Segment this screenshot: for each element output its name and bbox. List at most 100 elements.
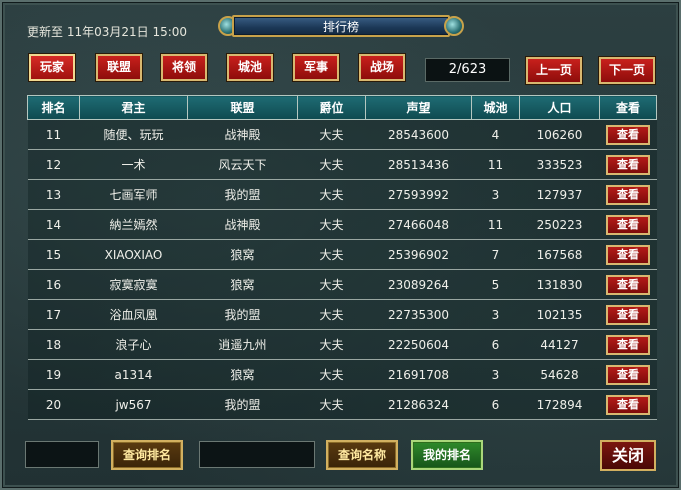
cell-lord: 寂寞寂寞 bbox=[79, 269, 188, 300]
cell-alliance: 狼窝 bbox=[187, 239, 298, 270]
cell-rank: 12 bbox=[27, 149, 80, 180]
cell-view: 查看 bbox=[599, 389, 657, 420]
tab-cities[interactable]: 城池 bbox=[227, 54, 273, 81]
cell-view: 查看 bbox=[599, 269, 657, 300]
cell-prestige: 28543600 bbox=[365, 119, 472, 150]
table-row: 13 七画军师 我的盟 大夫 27593992 3 127937 查看 bbox=[27, 179, 657, 210]
table-row: 17 浴血凤凰 我的盟 大夫 22735300 3 102135 查看 bbox=[27, 299, 657, 330]
cell-prestige: 28513436 bbox=[365, 149, 472, 180]
cell-view: 查看 bbox=[599, 359, 657, 390]
cell-rank: 20 bbox=[27, 389, 80, 420]
cell-alliance: 战神殿 bbox=[187, 119, 298, 150]
tab-battlefield[interactable]: 战场 bbox=[359, 54, 405, 81]
page-title: 排行榜 bbox=[322, 20, 359, 34]
cell-population: 167568 bbox=[519, 239, 600, 270]
cell-population: 44127 bbox=[519, 329, 600, 360]
view-button[interactable]: 查看 bbox=[606, 364, 650, 385]
cell-title: 大夫 bbox=[297, 359, 366, 390]
column-header-title[interactable]: 爵位 bbox=[297, 95, 366, 120]
cell-view: 查看 bbox=[599, 329, 657, 360]
table-header-row: 排名 君主 联盟 爵位 声望 城池 人口 查看 bbox=[27, 95, 657, 120]
cell-rank: 14 bbox=[27, 209, 80, 240]
query-rank-button[interactable]: 查询排名 bbox=[111, 440, 183, 470]
cell-prestige: 21691708 bbox=[365, 359, 472, 390]
ranking-table: 排名 君主 联盟 爵位 声望 城池 人口 查看 11 随便、玩玩 战神殿 大夫 2854… bbox=[27, 95, 657, 420]
cell-title: 大夫 bbox=[297, 209, 366, 240]
cell-prestige: 25396902 bbox=[365, 239, 472, 270]
cell-title: 大夫 bbox=[297, 329, 366, 360]
cell-title: 大夫 bbox=[297, 149, 366, 180]
cell-population: 127937 bbox=[519, 179, 600, 210]
cell-population: 333523 bbox=[519, 149, 600, 180]
next-page-button[interactable]: 下一页 bbox=[599, 57, 655, 84]
cell-lord: a1314 bbox=[79, 359, 188, 390]
table-row: 19 a1314 狼窝 大夫 21691708 3 54628 查看 bbox=[27, 359, 657, 390]
cell-population: 102135 bbox=[519, 299, 600, 330]
view-button[interactable]: 查看 bbox=[606, 394, 650, 415]
table-body: 11 随便、玩玩 战神殿 大夫 28543600 4 106260 查看 12 一术 风云天下 大夫 2… bbox=[27, 119, 657, 420]
view-button[interactable]: 查看 bbox=[606, 274, 650, 295]
cell-view: 查看 bbox=[599, 209, 657, 240]
cell-lord: 浪子心 bbox=[79, 329, 188, 360]
view-button[interactable]: 查看 bbox=[606, 124, 650, 145]
rank-search-input[interactable] bbox=[25, 441, 99, 468]
cell-lord: 随便、玩玩 bbox=[79, 119, 188, 150]
table-row: 15 XIAOXIAO 狼窝 大夫 25396902 7 167568 查看 bbox=[27, 239, 657, 270]
table-row: 16 寂寞寂寞 狼窝 大夫 23089264 5 131830 查看 bbox=[27, 269, 657, 300]
view-button[interactable]: 查看 bbox=[606, 334, 650, 355]
column-header-population[interactable]: 人口 bbox=[519, 95, 600, 120]
cell-prestige: 27466048 bbox=[365, 209, 472, 240]
tab-alliances[interactable]: 联盟 bbox=[96, 54, 142, 81]
title-bar: 排行榜 bbox=[218, 12, 464, 40]
leaderboard-panel: 更新至 11年03月21日 15:00 排行榜 玩家 联盟 将领 城池 军事 战… bbox=[0, 0, 681, 490]
cell-alliance: 战神殿 bbox=[187, 209, 298, 240]
table-row: 12 一术 风云天下 大夫 28513436 11 333523 查看 bbox=[27, 149, 657, 180]
cell-title: 大夫 bbox=[297, 179, 366, 210]
column-header-lord[interactable]: 君主 bbox=[79, 95, 188, 120]
view-button[interactable]: 查看 bbox=[606, 154, 650, 175]
cell-prestige: 22250604 bbox=[365, 329, 472, 360]
tab-military[interactable]: 军事 bbox=[293, 54, 339, 81]
cell-prestige: 22735300 bbox=[365, 299, 472, 330]
cell-population: 54628 bbox=[519, 359, 600, 390]
cell-rank: 13 bbox=[27, 179, 80, 210]
my-rank-button[interactable]: 我的排名 bbox=[411, 440, 483, 470]
cell-cities: 6 bbox=[471, 389, 520, 420]
table-row: 14 納兰嫣然 战神殿 大夫 27466048 11 250223 查看 bbox=[27, 209, 657, 240]
cell-alliance: 我的盟 bbox=[187, 299, 298, 330]
cell-view: 查看 bbox=[599, 239, 657, 270]
page-indicator: 2/623 bbox=[425, 58, 510, 82]
column-header-rank[interactable]: 排名 bbox=[27, 95, 80, 120]
prev-page-button[interactable]: 上一页 bbox=[526, 57, 582, 84]
tab-generals[interactable]: 将领 bbox=[161, 54, 207, 81]
close-button[interactable]: 关闭 bbox=[600, 440, 656, 471]
view-button[interactable]: 查看 bbox=[606, 244, 650, 265]
column-header-cities[interactable]: 城池 bbox=[471, 95, 520, 120]
cell-cities: 4 bbox=[471, 119, 520, 150]
cell-rank: 15 bbox=[27, 239, 80, 270]
cell-alliance: 狼窝 bbox=[187, 269, 298, 300]
column-header-prestige[interactable]: 声望 bbox=[365, 95, 472, 120]
view-button[interactable]: 查看 bbox=[606, 184, 650, 205]
cell-rank: 17 bbox=[27, 299, 80, 330]
view-button[interactable]: 查看 bbox=[606, 214, 650, 235]
cell-cities: 6 bbox=[471, 329, 520, 360]
ornament-knob-right-icon bbox=[444, 16, 464, 36]
cell-alliance: 我的盟 bbox=[187, 179, 298, 210]
column-header-view: 查看 bbox=[599, 95, 657, 120]
cell-prestige: 21286324 bbox=[365, 389, 472, 420]
cell-lord: 納兰嫣然 bbox=[79, 209, 188, 240]
cell-title: 大夫 bbox=[297, 299, 366, 330]
name-search-input[interactable] bbox=[199, 441, 315, 468]
cell-view: 查看 bbox=[599, 299, 657, 330]
cell-rank: 18 bbox=[27, 329, 80, 360]
table-row: 20 jw567 我的盟 大夫 21286324 6 172894 查看 bbox=[27, 389, 657, 420]
cell-view: 查看 bbox=[599, 149, 657, 180]
cell-lord: XIAOXIAO bbox=[79, 239, 188, 270]
column-header-alliance[interactable]: 联盟 bbox=[187, 95, 298, 120]
cell-lord: 一术 bbox=[79, 149, 188, 180]
cell-lord: 七画军师 bbox=[79, 179, 188, 210]
query-name-button[interactable]: 查询名称 bbox=[326, 440, 398, 470]
tab-players[interactable]: 玩家 bbox=[29, 54, 75, 81]
view-button[interactable]: 查看 bbox=[606, 304, 650, 325]
